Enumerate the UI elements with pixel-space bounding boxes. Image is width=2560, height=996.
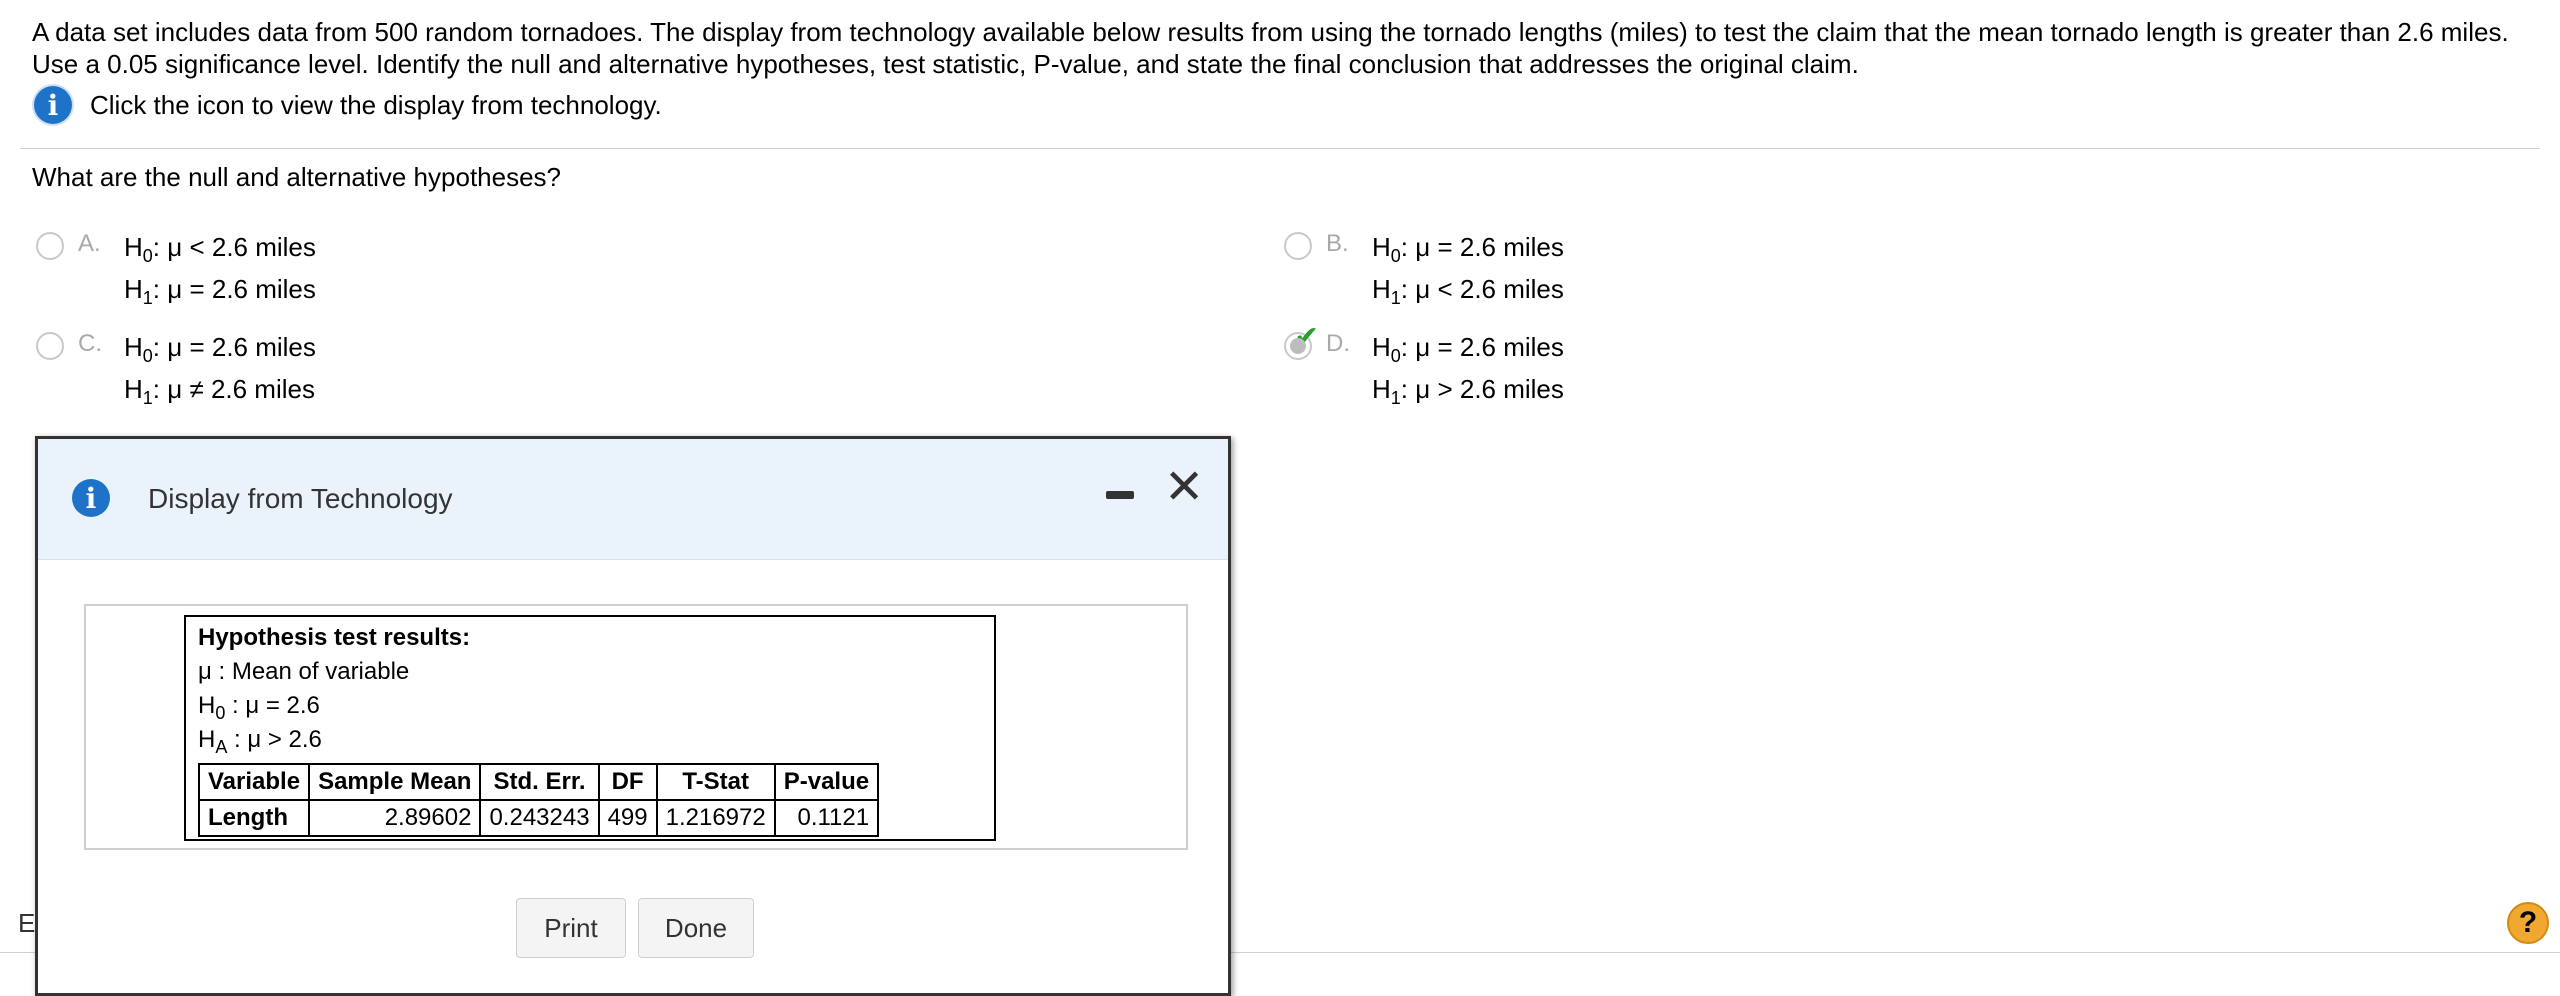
- column-header: Variable: [197, 763, 311, 801]
- question-text: A data set includes data from 500 random…: [32, 16, 2532, 80]
- output-heading: Hypothesis test results:: [198, 624, 471, 651]
- close-icon[interactable]: ✕: [1164, 463, 1204, 511]
- question-line-1: A data set includes data from 500 random…: [32, 17, 2509, 47]
- table-cell: 499: [597, 799, 658, 837]
- radio-button-selected[interactable]: ✔: [1284, 320, 1319, 360]
- alternative-hypothesis: H1: μ ≠ 2.6 miles: [124, 374, 315, 408]
- output-alternative-hypothesis: HA : μ > 2.6: [198, 726, 322, 757]
- minimize-icon[interactable]: [1106, 491, 1134, 499]
- column-header: P-value: [773, 763, 880, 801]
- null-hypothesis: H0: μ = 2.6 miles: [124, 332, 316, 366]
- option-b[interactable]: B. H0: μ = 2.6 miles H1: μ < 2.6 miles: [1284, 226, 1564, 310]
- dialog-title: Display from Technology: [148, 483, 453, 514]
- radio-button[interactable]: [1284, 232, 1312, 260]
- table-header-row: Variable Sample Mean Std. Err. DF T-Stat…: [197, 763, 880, 801]
- print-button[interactable]: Print: [516, 898, 626, 958]
- option-c[interactable]: C. H0: μ = 2.6 miles H1: μ ≠ 2.6 miles: [36, 326, 316, 410]
- subquestion: What are the null and alternative hypoth…: [32, 162, 562, 192]
- hypothesis-test-output: Hypothesis test results: μ : Mean of var…: [184, 615, 996, 841]
- technology-hint[interactable]: i Click the icon to view the display fro…: [34, 86, 662, 124]
- table-cell: 0.1121: [773, 799, 880, 837]
- help-button[interactable]: ?: [2507, 902, 2549, 944]
- hint-text: Click the icon to view the display from …: [90, 89, 662, 120]
- option-d[interactable]: ✔ D. H0: μ = 2.6 miles H1: μ > 2.6 miles: [1284, 320, 1564, 410]
- checkmark-icon: ✔: [1294, 320, 1320, 355]
- null-hypothesis: H0: μ = 2.6 miles: [1372, 232, 1564, 266]
- results-table: Variable Sample Mean Std. Err. DF T-Stat…: [197, 763, 880, 837]
- radio-button[interactable]: [36, 232, 64, 260]
- alternative-hypothesis: H1: μ > 2.6 miles: [1372, 374, 1564, 408]
- question-line-2: Use a 0.05 significance level. Identify …: [32, 49, 1859, 79]
- column-header: DF: [597, 763, 658, 801]
- info-icon[interactable]: i: [34, 86, 72, 124]
- table-cell: 1.216972: [655, 799, 776, 837]
- mu-definition: μ : Mean of variable: [198, 658, 410, 685]
- truncated-text: E: [18, 908, 36, 938]
- null-hypothesis: H0: μ < 2.6 miles: [124, 232, 316, 266]
- done-button[interactable]: Done: [638, 898, 754, 958]
- option-a[interactable]: A. H0: μ < 2.6 miles H1: μ = 2.6 miles: [36, 226, 316, 310]
- option-letter: D.: [1326, 330, 1350, 357]
- column-header: Std. Err.: [479, 763, 600, 801]
- table-cell: 2.89602: [308, 799, 482, 837]
- radio-button[interactable]: [36, 332, 64, 360]
- info-icon: i: [72, 479, 110, 517]
- divider: [20, 148, 2540, 149]
- dialog-header[interactable]: i Display from Technology ✕: [38, 439, 1228, 560]
- technology-dialog: i Display from Technology ✕ Hypothesis t…: [35, 436, 1231, 996]
- option-letter: C.: [78, 330, 102, 357]
- null-hypothesis: H0: μ = 2.6 miles: [1372, 332, 1564, 366]
- table-cell: 0.243243: [479, 799, 600, 837]
- option-letter: B.: [1326, 230, 1349, 257]
- alternative-hypothesis: H1: μ < 2.6 miles: [1372, 274, 1564, 308]
- column-header: Sample Mean: [308, 763, 482, 801]
- table-cell: Length: [197, 799, 311, 837]
- alternative-hypothesis: H1: μ = 2.6 miles: [124, 274, 316, 308]
- table-row: Length 2.89602 0.243243 499 1.216972 0.1…: [197, 799, 880, 837]
- column-header: T-Stat: [655, 763, 776, 801]
- option-letter: A.: [78, 230, 101, 257]
- output-null-hypothesis: H0 : μ = 2.6: [198, 692, 320, 723]
